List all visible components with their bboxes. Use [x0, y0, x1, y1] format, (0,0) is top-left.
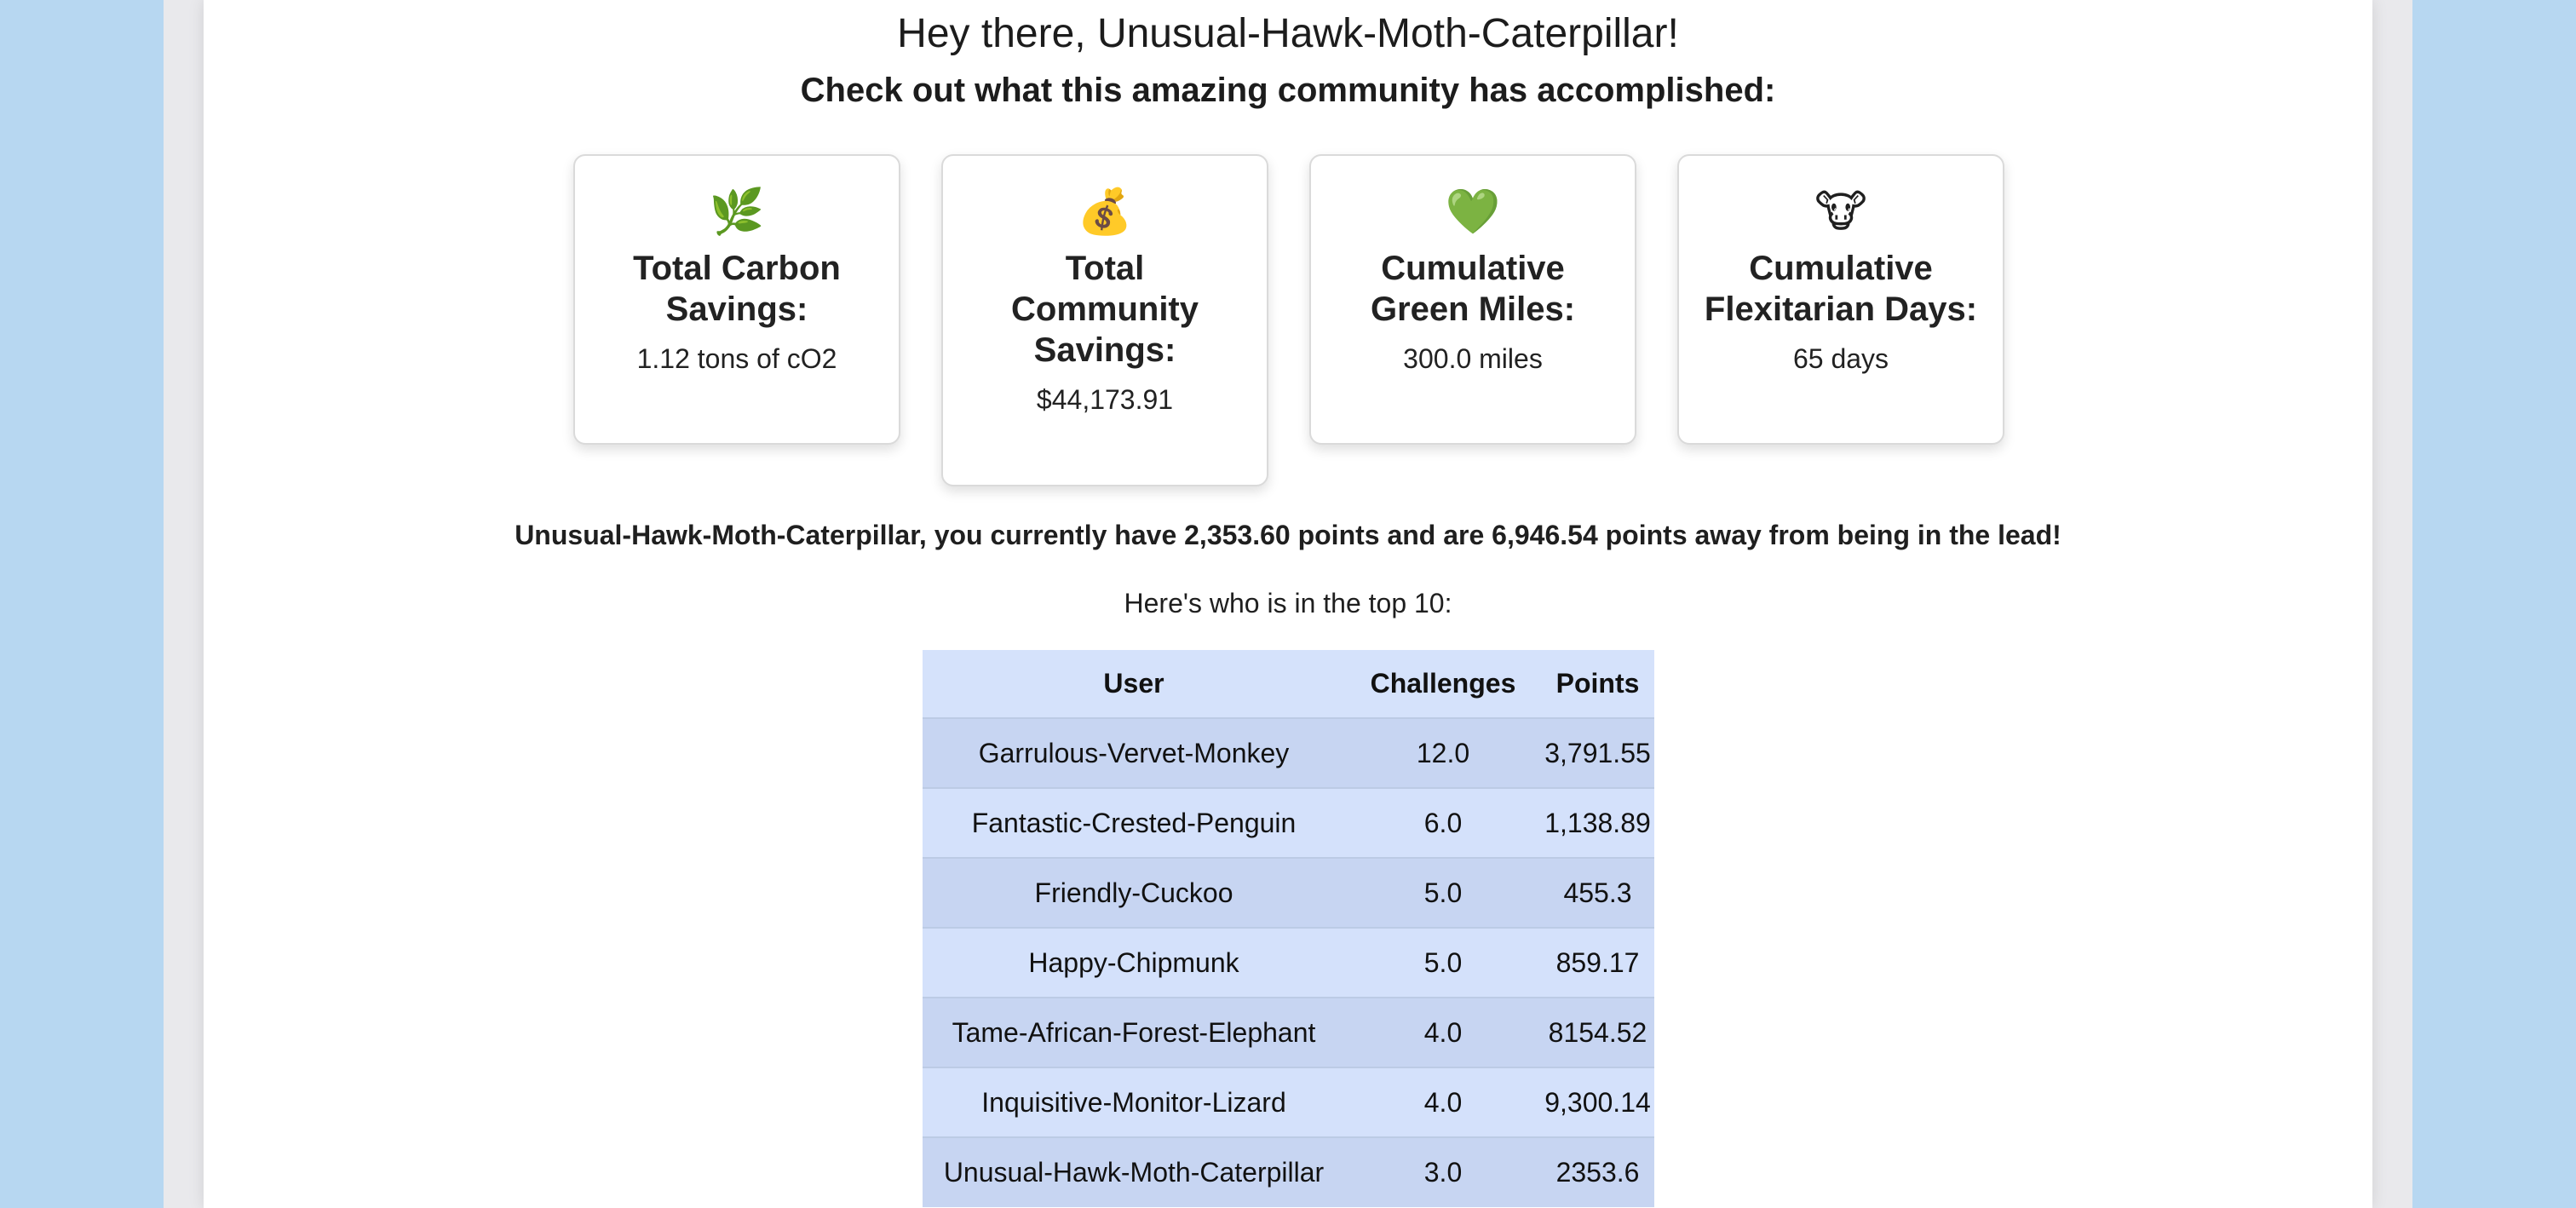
stat-card-flexitarian-days: 🐮 Cumulative Flexitarian Days: 65 days [1677, 154, 2004, 445]
cell-user: Tame-African-Forest-Elephant [923, 997, 1345, 1067]
community-subheading: Check out what this amazing community ha… [800, 72, 1776, 109]
cell-challenges: 12.0 [1345, 717, 1541, 788]
cell-challenges: 4.0 [1345, 1067, 1541, 1137]
table-row: Unusual-Hawk-Moth-Caterpillar 3.0 2353.6 [923, 1136, 1654, 1207]
money-bag-icon: 💰 [1077, 187, 1133, 237]
cell-user: Unusual-Hawk-Moth-Caterpillar [923, 1136, 1345, 1207]
cell-user: Garrulous-Vervet-Monkey [923, 717, 1345, 788]
table-row: Tame-African-Forest-Elephant 4.0 8154.52 [923, 997, 1654, 1067]
stat-card-carbon-savings: 🌿 Total Carbon Savings: 1.12 tons of cO2 [573, 154, 900, 445]
stat-card-title: Cumulative Green Miles: [1370, 250, 1576, 328]
cow-face-icon: 🐮 [1814, 187, 1867, 237]
green-heart-icon: 💚 [1445, 187, 1501, 237]
table-header-row: User Challenges Points [923, 650, 1654, 718]
table-row: Garrulous-Vervet-Monkey 12.0 3,791.55 [923, 717, 1654, 788]
stat-card-community-savings: 💰 Total Community Savings: $44,173.91 [941, 154, 1268, 486]
column-header-challenges: Challenges [1345, 650, 1541, 718]
stat-card-green-miles: 💚 Cumulative Green Miles: 300.0 miles [1309, 154, 1636, 445]
points-status-message: Unusual-Hawk-Moth-Caterpillar, you curre… [515, 520, 2061, 550]
cell-challenges: 3.0 [1345, 1136, 1541, 1207]
cell-challenges: 5.0 [1345, 927, 1541, 998]
stat-card-value: 300.0 miles [1403, 343, 1543, 374]
table-row: Friendly-Cuckoo 5.0 455.3 [923, 857, 1654, 928]
cell-points: 455.3 [1541, 857, 1654, 928]
cell-points: 859.17 [1541, 927, 1654, 998]
cell-points: 9,300.14 [1541, 1067, 1654, 1137]
cell-user: Friendly-Cuckoo [923, 857, 1345, 928]
herb-icon: 🌿 [709, 187, 765, 237]
table-row: Fantastic-Crested-Penguin 6.0 1,138.89 [923, 787, 1654, 858]
table-row: Happy-Chipmunk 5.0 859.17 [923, 927, 1654, 998]
cell-points: 2353.6 [1541, 1136, 1654, 1207]
cell-challenges: 6.0 [1345, 787, 1541, 858]
stat-card-title: Cumulative Flexitarian Days: [1704, 250, 1978, 328]
cell-points: 8154.52 [1541, 997, 1654, 1067]
stat-card-title: Total Carbon Savings: [633, 250, 841, 328]
stat-card-title: Total Community Savings: [1011, 250, 1199, 369]
cell-user: Happy-Chipmunk [923, 927, 1345, 998]
table-row: Inquisitive-Monitor-Lizard 4.0 9,300.14 [923, 1067, 1654, 1137]
top-ten-label: Here's who is in the top 10: [1124, 588, 1452, 618]
stat-card-value: 1.12 tons of cO2 [636, 343, 837, 374]
main-page: Hey there, Unusual-Hawk-Moth-Caterpillar… [204, 0, 2372, 1208]
column-header-user: User [923, 650, 1345, 718]
cell-user: Inquisitive-Monitor-Lizard [923, 1067, 1345, 1137]
column-header-points: Points [1541, 650, 1654, 718]
greeting-heading: Hey there, Unusual-Hawk-Moth-Caterpillar… [897, 11, 1679, 56]
stat-card-value: 65 days [1792, 343, 1889, 374]
cell-points: 1,138.89 [1541, 787, 1654, 858]
cell-challenges: 5.0 [1345, 857, 1541, 928]
cell-challenges: 4.0 [1345, 997, 1541, 1067]
cell-points: 3,791.55 [1541, 717, 1654, 788]
cell-user: Fantastic-Crested-Penguin [923, 787, 1345, 858]
stat-card-value: $44,173.91 [1036, 384, 1174, 415]
leaderboard-table: User Challenges Points Garrulous-Vervet-… [923, 650, 1654, 1207]
